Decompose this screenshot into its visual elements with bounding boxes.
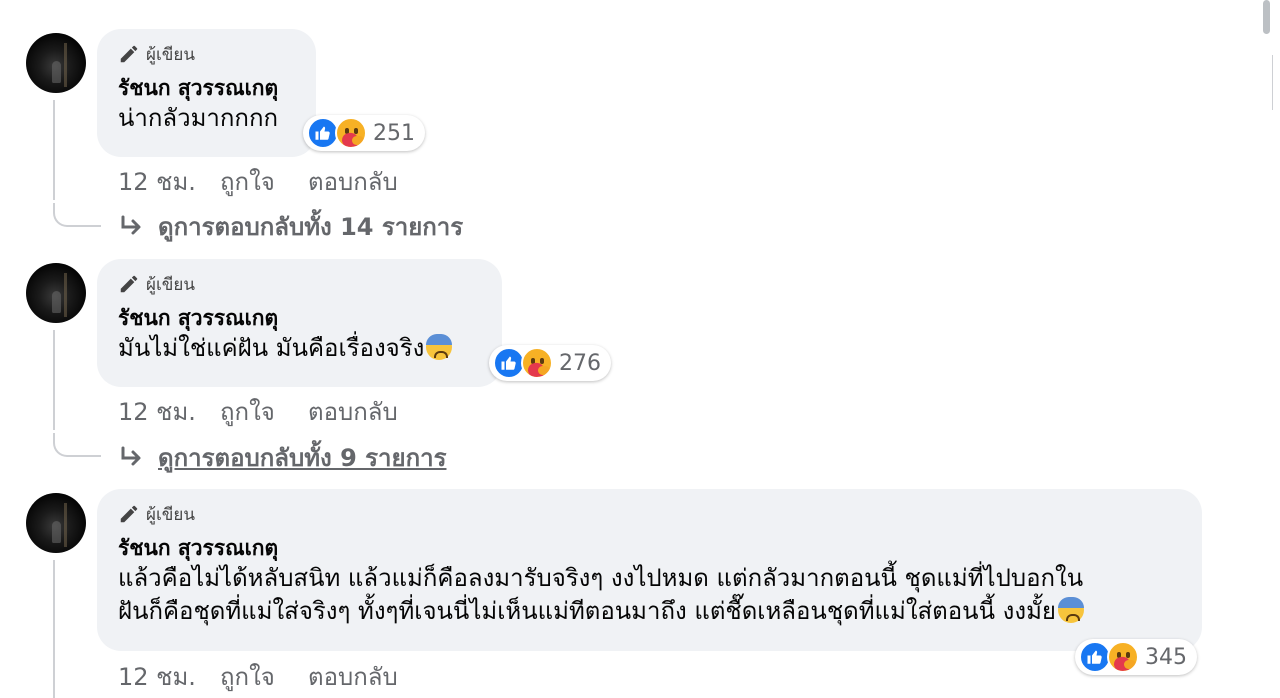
thread-connector xyxy=(53,433,101,457)
author-badge: ผู้เขียน xyxy=(118,273,480,295)
comment-bubble: ผู้เขียน รัชนก สุวรรณเกตุ แล้วคือไม่ได้ห… xyxy=(97,489,1202,651)
author-badge: ผู้เขียน xyxy=(118,503,1180,525)
reaction-summary[interactable]: 276 xyxy=(489,345,611,381)
anxious-sweat-emoji xyxy=(426,334,453,360)
pencil-icon xyxy=(120,505,138,523)
comment-time[interactable]: 12 ชม. xyxy=(118,392,220,431)
right-edge-divider xyxy=(1272,55,1273,110)
view-replies-link[interactable]: ดูการตอบกลับทั้ง 9 รายการ xyxy=(118,438,446,477)
author-name[interactable]: รัชนก สุวรรณเกตุ xyxy=(118,74,294,102)
reply-arrow-icon xyxy=(121,446,141,465)
pencil-icon xyxy=(120,45,138,63)
pencil-icon xyxy=(120,275,138,293)
reaction-summary[interactable]: 251 xyxy=(303,115,425,151)
reaction-count: 276 xyxy=(559,350,601,376)
reaction-count: 345 xyxy=(1145,644,1187,670)
thread-connector xyxy=(53,203,101,227)
comment-text: แล้วคือไม่ได้หลับสนิท แล้วแม่ก็คือลงมารั… xyxy=(118,562,1180,628)
thread-line xyxy=(53,330,55,430)
comment-bubble: ผู้เขียน รัชนก สุวรรณเกตุ น่ากลัวมากกกก xyxy=(97,29,316,157)
author-name[interactable]: รัชนก สุวรรณเกตุ xyxy=(118,304,480,332)
care-reaction-icon xyxy=(1107,641,1139,673)
comment-bubble: ผู้เขียน รัชนก สุวรรณเกตุ มันไม่ใช่แค่ฝั… xyxy=(97,259,502,387)
avatar[interactable] xyxy=(26,493,86,553)
avatar[interactable] xyxy=(26,33,86,93)
author-badge: ผู้เขียน xyxy=(118,43,294,65)
like-button[interactable]: ถูกใจ xyxy=(220,162,308,201)
anxious-sweat-emoji xyxy=(1057,597,1084,623)
author-badge-label: ผู้เขียน xyxy=(146,44,195,65)
comment-text: น่ากลัวมากกกก xyxy=(118,104,279,132)
reply-button[interactable]: ตอบกลับ xyxy=(308,392,398,431)
reply-arrow-icon xyxy=(121,215,141,234)
avatar[interactable] xyxy=(26,263,86,323)
reaction-summary[interactable]: 345 xyxy=(1075,639,1197,675)
care-reaction-icon xyxy=(521,347,553,379)
reply-button[interactable]: ตอบกลับ xyxy=(308,162,398,201)
comment-text-line: มันไม่ใช่แค่ฝัน มันคือเรื่องจริง xyxy=(118,334,425,362)
like-button[interactable]: ถูกใจ xyxy=(220,392,308,431)
thread-line xyxy=(53,560,55,698)
comment-time[interactable]: 12 ชม. xyxy=(118,162,220,201)
view-replies-link[interactable]: ดูการตอบกลับทั้ง 14 รายการ xyxy=(118,207,463,246)
comment-text-line: ฝันก็คือชุดที่แม่ใส่จริงๆ ทั้งๆที่เจนนี่… xyxy=(118,597,1056,625)
reaction-count: 251 xyxy=(373,120,415,146)
comment-meta: 12 ชม. ถูกใจ ตอบกลับ xyxy=(118,392,398,431)
author-badge-label: ผู้เขียน xyxy=(146,504,195,525)
view-replies-label[interactable]: ดูการตอบกลับทั้ง 9 รายการ xyxy=(158,438,446,477)
comment-meta: 12 ชม. ถูกใจ ตอบกลับ xyxy=(118,657,398,696)
care-reaction-icon xyxy=(335,117,367,149)
comment-meta: 12 ชม. ถูกใจ ตอบกลับ xyxy=(118,162,398,201)
comment-text-line: แล้วคือไม่ได้หลับสนิท แล้วแม่ก็คือลงมารั… xyxy=(118,564,1084,592)
author-badge-label: ผู้เขียน xyxy=(146,274,195,295)
comment-text: มันไม่ใช่แค่ฝัน มันคือเรื่องจริง xyxy=(118,332,480,365)
view-replies-label[interactable]: ดูการตอบกลับทั้ง 14 รายการ xyxy=(158,207,463,246)
comment-time[interactable]: 12 ชม. xyxy=(118,657,220,696)
author-name[interactable]: รัชนก สุวรรณเกตุ xyxy=(118,534,1180,562)
like-button[interactable]: ถูกใจ xyxy=(220,657,308,696)
thread-line xyxy=(53,100,55,200)
reply-button[interactable]: ตอบกลับ xyxy=(308,657,398,696)
scrollbar-thumb[interactable] xyxy=(1263,0,1270,34)
